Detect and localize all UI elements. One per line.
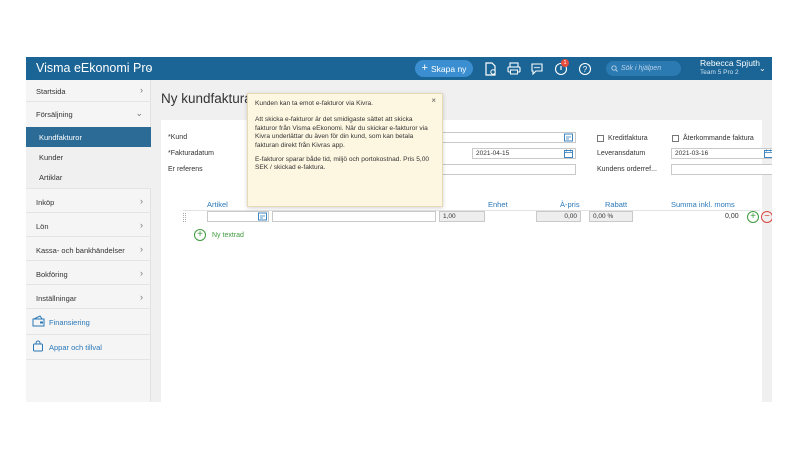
plus-circle-icon: + xyxy=(194,229,206,241)
order-reference-label: Kundens orderref... xyxy=(597,166,657,173)
printer-icon[interactable] xyxy=(505,60,522,77)
quantity-field[interactable]: 1,00 xyxy=(439,211,485,222)
customer-label: *Kund xyxy=(168,134,188,141)
chevron-down-icon[interactable]: ⌄ xyxy=(146,62,154,73)
kivra-info-popover: × Kunden kan ta emot e-fakturor via Kivr… xyxy=(247,93,443,207)
sidebar-item-label: Kundfakturor xyxy=(39,133,82,142)
sidebar-link-finansiering[interactable]: Finansiering xyxy=(26,311,151,335)
column-header-discount: Rabatt xyxy=(605,200,628,209)
column-header-unit: Enhet xyxy=(488,200,508,209)
customer-search-icon[interactable] xyxy=(564,133,573,142)
order-reference-field[interactable] xyxy=(671,164,772,175)
user-name[interactable]: Rebecca Spjuth xyxy=(700,58,760,68)
sidebar-item-label: Kunder xyxy=(39,153,64,162)
sidebar-subitem-kundfakturor[interactable]: Kundfakturor xyxy=(26,127,151,147)
sidebar-item-forsaljning[interactable]: Försäljning ⌄ xyxy=(26,103,151,125)
sidebar-item-lon[interactable]: Lön › xyxy=(26,215,151,237)
chevron-down-icon: ⌄ xyxy=(135,108,143,118)
calendar-icon[interactable] xyxy=(564,149,573,158)
chevron-down-icon[interactable]: ⌄ xyxy=(759,64,766,73)
close-icon[interactable]: × xyxy=(431,96,436,105)
sidebar-item-label: Artiklar xyxy=(39,173,63,182)
recurring-invoice-checkbox[interactable] xyxy=(672,135,679,142)
help-search-input[interactable]: Sök i hjälpen xyxy=(606,61,681,76)
chevron-right-icon: › xyxy=(140,220,143,230)
sidebar-item-label: Lön xyxy=(36,222,49,231)
drag-handle-icon[interactable] xyxy=(183,213,186,222)
popover-paragraph: Att skicka e-fakturor är det smidigaste … xyxy=(255,116,428,149)
shopping-bag-icon xyxy=(32,340,44,354)
popover-heading: Kunden kan ta emot e-fakturor via Kivra. xyxy=(255,100,374,107)
sidebar: Startsida › Försäljning ⌄ Kundfakturor K… xyxy=(26,80,151,402)
plus-icon: + xyxy=(421,62,428,74)
recurring-invoice-label: Återkommande faktura xyxy=(683,135,754,142)
sidebar-item-label: Inställningar xyxy=(36,294,77,303)
invoice-date-label: *Fakturadatum xyxy=(168,150,214,157)
svg-text:?: ? xyxy=(582,65,587,74)
add-row-icon[interactable]: + xyxy=(747,211,759,223)
help-icon[interactable]: ? xyxy=(576,60,593,77)
sidebar-link-label: Finansiering xyxy=(49,318,90,327)
description-field[interactable] xyxy=(272,211,436,222)
main-content: Ny kundfaktura *Kund *Fakturadatum Er re… xyxy=(151,80,772,402)
sidebar-item-installningar[interactable]: Inställningar › xyxy=(26,287,151,309)
notification-icon[interactable]: 1 xyxy=(552,59,569,77)
notification-badge: 1 xyxy=(561,59,569,67)
chevron-right-icon: › xyxy=(140,244,143,254)
remove-row-icon[interactable]: − xyxy=(761,211,772,223)
app-window: Visma eEkonomi Pro ⌄ + Skapa ny 1 ? Sök … xyxy=(26,57,772,402)
search-placeholder: Sök i hjälpen xyxy=(621,65,662,72)
discount-field[interactable]: 0,00 % xyxy=(589,211,633,222)
unit-price-field[interactable]: 0,00 xyxy=(536,211,581,222)
chevron-right-icon: › xyxy=(140,292,143,302)
sidebar-item-startsida[interactable]: Startsida › xyxy=(26,80,151,102)
credit-invoice-label: Kreditfaktura xyxy=(608,135,648,142)
user-team: Team 5 Pro 2 xyxy=(700,69,739,76)
chevron-right-icon: › xyxy=(140,196,143,206)
top-bar: Visma eEkonomi Pro ⌄ + Skapa ny 1 ? Sök … xyxy=(26,57,772,80)
calendar-icon[interactable] xyxy=(764,149,772,158)
finance-icon xyxy=(32,315,45,329)
chat-icon[interactable] xyxy=(528,60,545,77)
search-icon xyxy=(611,65,618,72)
add-text-row-label: Ny textrad xyxy=(212,232,244,239)
due-date-field[interactable]: 2021-04-15 xyxy=(472,148,576,159)
sidebar-link-appar[interactable]: Appar och tillval xyxy=(26,336,151,360)
sidebar-item-label: Kassa- och bankhändelser xyxy=(36,246,125,255)
add-text-row-button[interactable]: + Ny textrad xyxy=(194,229,254,243)
sidebar-item-label: Inköp xyxy=(36,198,55,207)
column-header-article: Artikel xyxy=(207,200,228,209)
create-new-button[interactable]: + Skapa ny xyxy=(415,60,473,77)
reference-label: Er referens xyxy=(168,166,203,173)
app-title[interactable]: Visma eEkonomi Pro xyxy=(36,61,153,75)
chevron-right-icon: › xyxy=(140,85,143,95)
sidebar-item-bokforing[interactable]: Bokföring › xyxy=(26,263,151,285)
column-header-unit-price: À-pris xyxy=(560,200,580,209)
create-new-label: Skapa ny xyxy=(430,63,467,74)
column-header-total: Summa inkl. moms xyxy=(671,200,735,209)
sidebar-subitem-kunder[interactable]: Kunder xyxy=(26,147,151,167)
sidebar-subitem-artiklar[interactable]: Artiklar xyxy=(26,167,151,189)
credit-invoice-checkbox[interactable] xyxy=(597,135,604,142)
sidebar-item-label: Startsida xyxy=(36,87,66,96)
chevron-right-icon: › xyxy=(140,268,143,278)
document-scan-icon[interactable] xyxy=(482,60,499,77)
sidebar-item-inkop[interactable]: Inköp › xyxy=(26,191,151,213)
article-search-icon[interactable] xyxy=(258,212,267,221)
popover-paragraph: E-fakturor sparar både tid, miljö och po… xyxy=(255,156,430,172)
page-title: Ny kundfaktura xyxy=(161,91,252,106)
sidebar-link-label: Appar och tillval xyxy=(49,343,102,352)
sidebar-item-label: Försäljning xyxy=(36,110,73,119)
sidebar-item-kassa-bank[interactable]: Kassa- och bankhändelser › xyxy=(26,239,151,261)
delivery-date-label: Leveransdatum xyxy=(597,150,646,157)
delivery-date-field[interactable]: 2021-03-16 xyxy=(671,148,772,159)
row-total: 0,00 xyxy=(725,213,739,220)
sidebar-item-label: Bokföring xyxy=(36,270,68,279)
